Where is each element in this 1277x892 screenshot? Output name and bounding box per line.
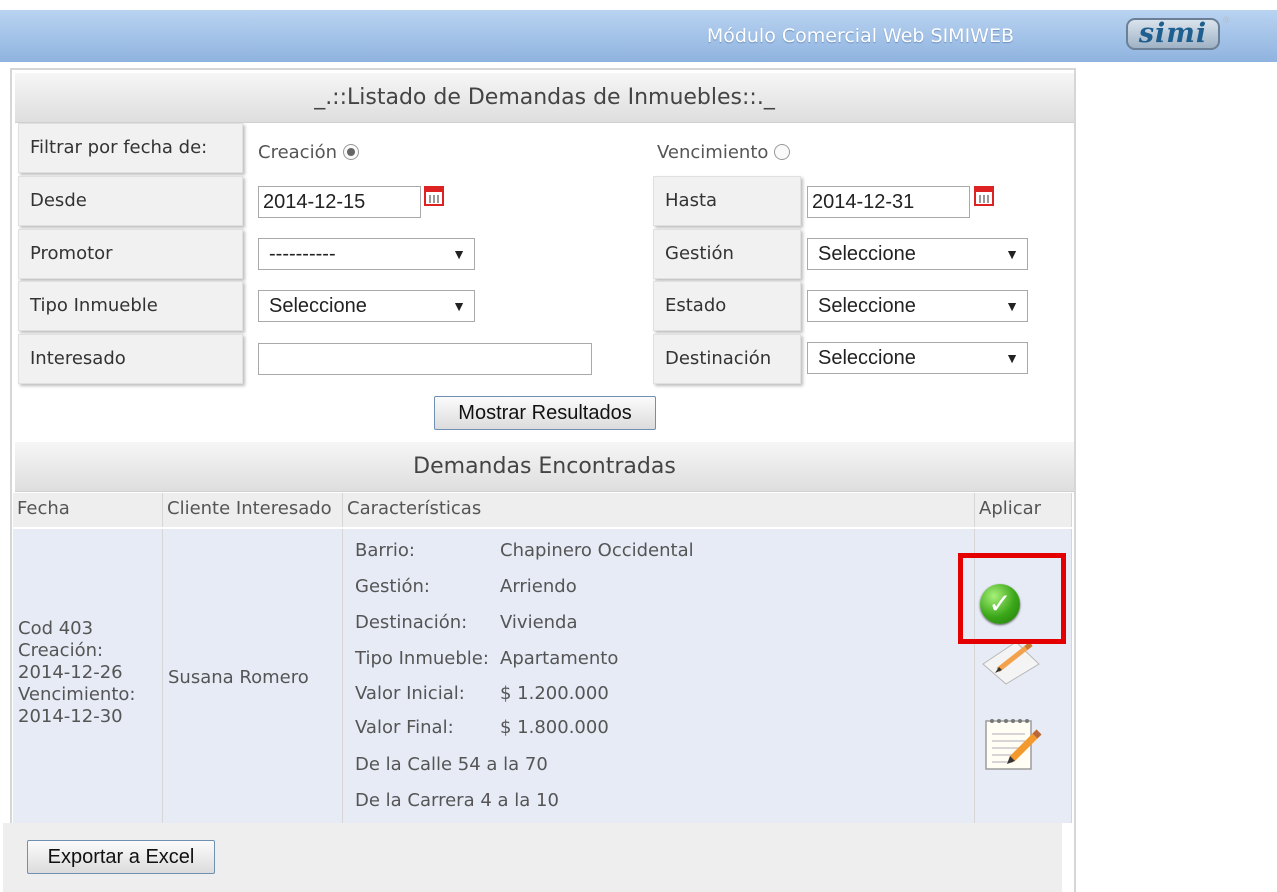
promoter-label: Promotor: [18, 229, 243, 279]
management-label: Gestión: [653, 229, 801, 279]
list-title: _.::Listado de Demandas de Inmuebles::._: [15, 73, 1074, 123]
calendar-icon[interactable]: [974, 186, 994, 206]
demand-code: Cod 403: [18, 618, 94, 639]
notepad-icon[interactable]: [983, 716, 1045, 772]
characteristic-value: Apartamento: [500, 648, 619, 669]
destination-selected: Seleccione: [818, 347, 916, 369]
calendar-icon[interactable]: [424, 186, 444, 206]
management-selected: Seleccione: [818, 243, 916, 265]
characteristic-value: $ 1.200.000: [500, 683, 609, 704]
app-header: Módulo Comercial Web SIMIWEB: [0, 10, 1277, 62]
characteristic-label: Valor Inicial:: [355, 683, 465, 704]
expiry-radio-group[interactable]: Vencimiento: [657, 142, 791, 163]
promoter-selected: ----------: [269, 243, 336, 265]
export-excel-button[interactable]: Exportar a Excel: [27, 840, 215, 874]
highlight-box: [958, 553, 1066, 644]
characteristic-value: $ 1.800.000: [500, 717, 609, 738]
promoter-select[interactable]: ---------- ▼: [258, 238, 475, 270]
characteristic-label: Barrio:: [355, 540, 415, 561]
to-date-input[interactable]: 2014-12-31: [807, 186, 970, 218]
expiry-radio[interactable]: [774, 144, 791, 160]
dropdown-arrow-icon: ▼: [1005, 350, 1019, 366]
column-characteristics: Características: [343, 493, 975, 527]
expiry-label: Vencimiento: [657, 142, 769, 163]
app-title: Módulo Comercial Web SIMIWEB: [706, 25, 1014, 47]
management-select[interactable]: Seleccione ▼: [807, 238, 1028, 270]
characteristic-label: Gestión:: [355, 576, 430, 597]
characteristic-label: Destinación:: [355, 612, 468, 633]
characteristic-value: Chapinero Occidental: [500, 540, 694, 561]
expiry-date-label: Vencimiento:: [18, 684, 136, 705]
dropdown-arrow-icon: ▼: [452, 246, 466, 262]
characteristic-label: Tipo Inmueble:: [355, 648, 489, 669]
results-title: Demandas Encontradas: [15, 442, 1074, 492]
registered-mark: ®: [1222, 16, 1231, 26]
interested-label: Interesado: [18, 334, 243, 384]
destination-select[interactable]: Seleccione ▼: [807, 342, 1028, 374]
status-label: Estado: [653, 281, 801, 331]
from-label: Desde: [18, 176, 243, 226]
table-row: [343, 529, 975, 823]
column-client: Cliente Interesado: [163, 493, 343, 527]
status-select[interactable]: Seleccione ▼: [807, 290, 1028, 322]
date-filter-label: Filtrar por fecha de:: [18, 123, 243, 173]
creation-label: Creación: [258, 142, 337, 163]
show-results-button[interactable]: Mostrar Resultados: [434, 396, 656, 430]
carrera-range: De la Carrera 4 a la 10: [355, 790, 559, 811]
street-range: De la Calle 54 a la 70: [355, 754, 548, 775]
dropdown-arrow-icon: ▼: [1005, 246, 1019, 262]
status-selected: Seleccione: [818, 295, 916, 317]
interested-input[interactable]: [258, 343, 592, 375]
to-label: Hasta: [653, 176, 801, 226]
created-label: Creación:: [18, 640, 104, 661]
client-name: Susana Romero: [168, 667, 309, 688]
characteristic-value: Arriendo: [500, 576, 577, 597]
created-date: 2014-12-26: [18, 662, 123, 683]
simi-logo: simi: [1126, 18, 1220, 50]
property-type-label: Tipo Inmueble: [18, 281, 243, 331]
creation-radio[interactable]: [343, 144, 359, 160]
column-date: Fecha: [13, 493, 163, 527]
from-date-input[interactable]: 2014-12-15: [258, 186, 421, 218]
property-type-selected: Seleccione: [269, 295, 367, 317]
column-apply: Aplicar: [975, 493, 1072, 527]
dropdown-arrow-icon: ▼: [452, 298, 466, 314]
destination-label: Destinación: [653, 334, 801, 384]
characteristic-label: Valor Final:: [355, 717, 454, 738]
creation-radio-group[interactable]: Creación: [258, 142, 359, 163]
property-type-select[interactable]: Seleccione ▼: [258, 290, 475, 322]
expiry-date: 2014-12-30: [18, 706, 123, 727]
top-band: [0, 0, 1277, 10]
characteristic-value: Vivienda: [500, 612, 578, 633]
dropdown-arrow-icon: ▼: [1005, 298, 1019, 314]
